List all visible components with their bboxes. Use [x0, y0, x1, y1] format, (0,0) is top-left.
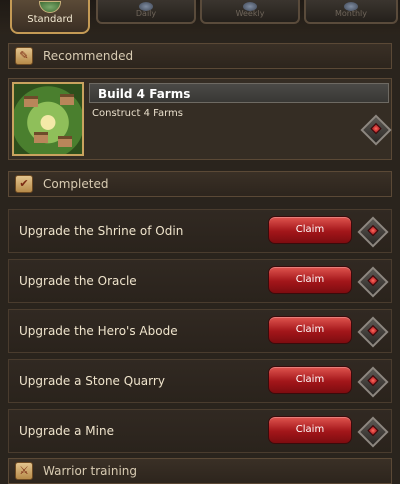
quest-label: Upgrade the Shrine of Odin: [19, 224, 184, 238]
go-to-button[interactable]: [357, 416, 389, 448]
list-item: Upgrade a Mine Claim: [8, 409, 392, 453]
go-to-button[interactable]: [357, 316, 389, 348]
completed-header: ✔ Completed: [8, 171, 392, 197]
section-title: Completed: [43, 177, 109, 191]
go-to-button[interactable]: [357, 366, 389, 398]
tab-daily[interactable]: Daily: [96, 0, 196, 24]
warrior-training-header: ⚔ Warrior training: [8, 458, 392, 484]
quest-title-bar: Build 4 Farms: [89, 83, 389, 103]
claim-button[interactable]: Claim: [268, 216, 352, 244]
tab-weekly[interactable]: Weekly: [200, 0, 300, 24]
tab-label: Monthly: [334, 9, 368, 18]
quest-label: Upgrade the Hero's Abode: [19, 324, 178, 338]
tab-monthly[interactable]: Monthly: [304, 0, 398, 24]
quest-description: Construct 4 Farms: [92, 108, 184, 119]
claim-button[interactable]: Claim: [268, 316, 352, 344]
recommended-quest-card[interactable]: Build 4 Farms Construct 4 Farms: [8, 78, 392, 160]
recommended-header: ✎ Recommended: [8, 43, 392, 69]
list-item: Upgrade the Hero's Abode Claim: [8, 309, 392, 353]
scroll-icon: ✎: [15, 47, 33, 65]
tab-standard[interactable]: Standard: [10, 0, 90, 34]
checkmark-icon: ✔: [15, 175, 33, 193]
go-to-button[interactable]: [360, 114, 392, 146]
quest-label: Upgrade the Oracle: [19, 274, 137, 288]
claim-button[interactable]: Claim: [268, 416, 352, 444]
list-item: Upgrade the Oracle Claim: [8, 259, 392, 303]
gem-icon: [367, 424, 379, 437]
scroll-icon: [39, 1, 61, 13]
tab-label: Weekly: [235, 9, 265, 18]
list-item: Upgrade a Stone Quarry Claim: [8, 359, 392, 403]
quest-tabs: Daily Weekly Monthly Standard: [0, 0, 400, 34]
gem-icon: [367, 324, 379, 337]
warrior-icon: ⚔: [15, 462, 33, 480]
section-title: Warrior training: [43, 464, 138, 478]
claim-button[interactable]: Claim: [268, 266, 352, 294]
claim-button[interactable]: Claim: [268, 366, 352, 394]
gem-icon: [367, 274, 379, 287]
quest-title: Build 4 Farms: [98, 87, 191, 101]
gem-icon: [367, 224, 379, 237]
tab-label: Standard: [27, 14, 73, 25]
quest-label: Upgrade a Mine: [19, 424, 114, 438]
gem-icon: [370, 122, 382, 135]
tab-label: Daily: [135, 9, 157, 18]
gem-icon: [367, 374, 379, 387]
farm-image: [12, 82, 84, 156]
go-to-button[interactable]: [357, 216, 389, 248]
list-item: Upgrade the Shrine of Odin Claim: [8, 209, 392, 253]
quest-label: Upgrade a Stone Quarry: [19, 374, 165, 388]
go-to-button[interactable]: [357, 266, 389, 298]
section-title: Recommended: [43, 49, 134, 63]
